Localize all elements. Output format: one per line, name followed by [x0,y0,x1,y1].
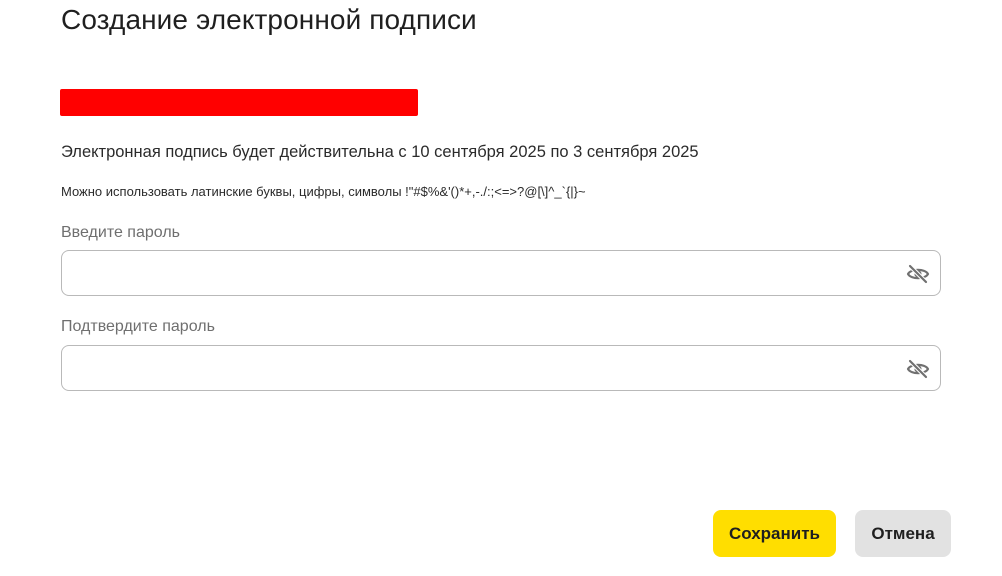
confirm-password-input[interactable] [62,346,892,390]
password-field-wrapper [61,250,941,296]
save-button[interactable]: Сохранить [713,510,836,557]
password-input[interactable] [62,251,892,295]
eye-slash-icon[interactable] [906,262,930,286]
validity-text: Электронная подпись будет действительна … [61,143,699,161]
redacted-block [60,89,418,116]
password-label: Введите пароль [61,224,180,241]
dialog-title: Создание электронной подписи [61,4,477,35]
confirm-password-label: Подтвердите пароль [61,318,215,335]
password-hint: Можно использовать латинские буквы, цифр… [61,184,586,199]
confirm-password-field-wrapper [61,345,941,391]
eye-slash-icon[interactable] [906,357,930,381]
create-signature-dialog: Создание электронной подписи Электронная… [0,0,1002,576]
cancel-button[interactable]: Отмена [855,510,951,557]
